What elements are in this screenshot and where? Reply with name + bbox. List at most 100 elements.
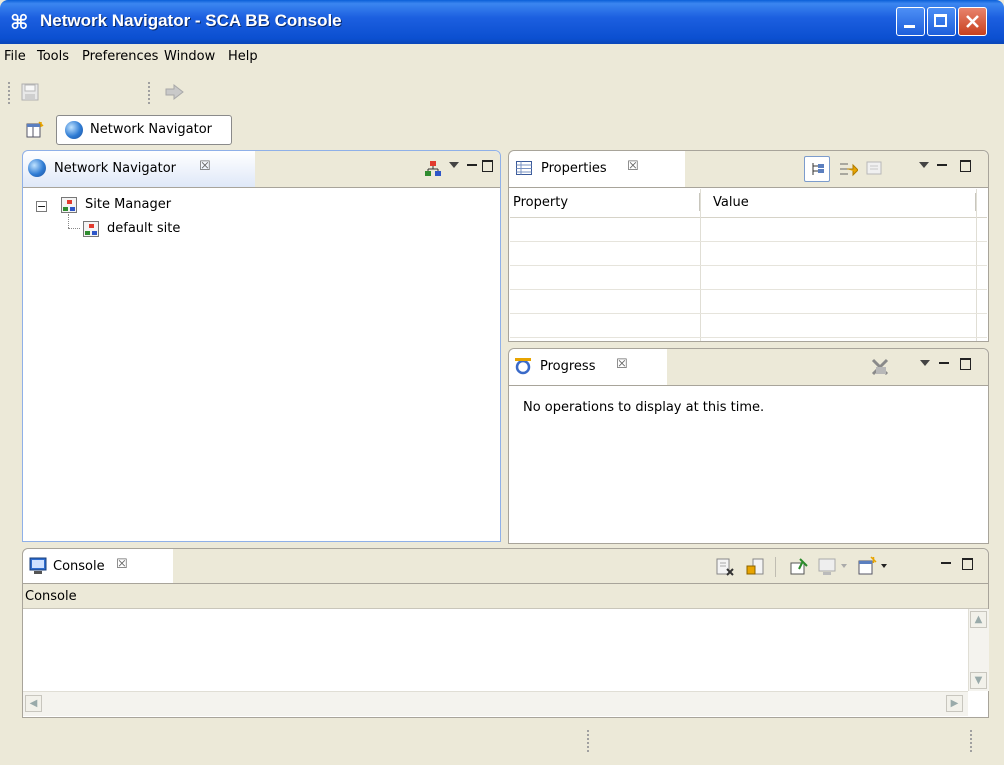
site-icon [83, 221, 99, 237]
show-advanced-icon[interactable] [838, 158, 858, 180]
menu-help[interactable]: Help [228, 49, 258, 64]
tree-connector [68, 214, 70, 228]
status-bar [0, 720, 1004, 765]
maximize-icon [934, 14, 947, 27]
filter-icon[interactable] [866, 160, 884, 178]
menu-file[interactable]: File [4, 49, 26, 64]
minimize-icon[interactable] [937, 164, 947, 166]
view-header: Console ☒ [23, 549, 988, 584]
console-title: Console [25, 589, 77, 604]
tree-connector [68, 228, 80, 230]
dropdown-arrow-icon[interactable] [841, 564, 847, 568]
menu-tools[interactable]: Tools [37, 49, 69, 64]
minimize-icon[interactable] [941, 562, 951, 564]
scroll-left-icon[interactable]: ◀ [25, 695, 42, 712]
title-bar[interactable]: ⌘ Network Navigator - SCA BB Console [0, 0, 1004, 44]
perspective-label: Network Navigator [90, 122, 213, 137]
maximize-window-button[interactable] [927, 7, 956, 36]
minimize-icon[interactable] [467, 164, 477, 166]
status-bar-grip[interactable] [970, 730, 972, 752]
app-icon: ⌘ [10, 10, 29, 34]
close-icon[interactable]: ☒ [616, 357, 628, 372]
console-output[interactable] [23, 609, 968, 691]
site-manager-icon [61, 197, 77, 213]
tree-item-site-manager[interactable]: Site Manager [85, 197, 171, 212]
progress-view: Progress ☒ No operations to display at t… [508, 348, 989, 544]
toolbar-grip[interactable] [148, 82, 150, 104]
view-menu-icon[interactable] [920, 360, 930, 366]
minimize-icon[interactable] [939, 362, 949, 364]
scroll-right-icon[interactable]: ▶ [946, 695, 963, 712]
save-icon[interactable] [20, 82, 40, 102]
view-header: Progress ☒ [509, 349, 988, 386]
horizontal-scrollbar[interactable]: ◀ ▶ [23, 691, 968, 716]
table-row[interactable] [510, 290, 987, 314]
categories-tree-icon [812, 163, 824, 175]
network-navigator-view: Network Navigator ☒ − Site Manager defau… [22, 150, 501, 542]
open-console-icon[interactable] [857, 556, 877, 576]
table-row[interactable] [510, 266, 987, 290]
properties-view: Properties ☒ Property Value [508, 150, 989, 342]
dropdown-arrow-icon[interactable] [881, 564, 887, 568]
table-row[interactable] [510, 218, 987, 242]
pin-console-icon[interactable] [789, 557, 809, 577]
view-header: Properties ☒ [509, 151, 988, 188]
tab-label: Console [53, 559, 105, 574]
maximize-icon[interactable] [962, 558, 973, 570]
close-icon[interactable]: ☒ [627, 159, 639, 174]
show-categories-button[interactable] [804, 156, 830, 182]
table-row[interactable] [510, 242, 987, 266]
scroll-lock-icon[interactable] [745, 557, 765, 577]
close-icon[interactable]: ☒ [199, 159, 211, 174]
console-monitor-icon [29, 557, 47, 574]
scroll-up-icon[interactable]: ▲ [970, 611, 987, 628]
menu-window[interactable]: Window [164, 49, 215, 64]
scroll-down-icon[interactable]: ▼ [970, 672, 987, 689]
minimize-icon [904, 25, 915, 28]
site-tree-icon[interactable] [425, 160, 441, 178]
properties-table-header: Property Value [510, 189, 987, 218]
maximize-icon[interactable] [482, 160, 493, 172]
tab-label: Progress [540, 359, 596, 374]
table-row[interactable] [510, 314, 987, 338]
vertical-scrollbar[interactable]: ▲ ▼ [968, 609, 989, 691]
tab-label: Properties [541, 161, 607, 176]
close-icon[interactable]: ☒ [116, 557, 128, 572]
column-header-property[interactable]: Property [513, 195, 568, 210]
tree-expander-icon[interactable]: − [36, 201, 47, 212]
view-menu-icon[interactable] [449, 162, 459, 168]
window-title: Network Navigator - SCA BB Console [40, 11, 342, 30]
column-header-value[interactable]: Value [713, 195, 749, 210]
open-perspective-icon[interactable] [26, 121, 44, 139]
console-view: Console ☒ Console ▲ ▼ ◀ ▶ [22, 548, 989, 718]
network-globe-icon [65, 121, 83, 139]
perspective-network-navigator[interactable]: Network Navigator [56, 115, 232, 145]
toolbar-grip[interactable] [8, 82, 10, 104]
remove-all-finished-icon[interactable] [870, 357, 890, 377]
display-console-icon[interactable] [818, 557, 838, 577]
main-toolbar [0, 73, 1004, 113]
maximize-icon[interactable] [960, 160, 971, 172]
forward-arrow-icon[interactable] [162, 82, 186, 102]
network-globe-icon [28, 159, 46, 177]
tree-item-default-site[interactable]: default site [107, 221, 180, 236]
tab-console[interactable]: Console ☒ [23, 549, 173, 583]
menu-preferences[interactable]: Preferences [82, 49, 158, 64]
view-menu-icon[interactable] [919, 162, 929, 168]
tab-label: Network Navigator [54, 161, 177, 176]
maximize-icon[interactable] [960, 358, 971, 370]
minimize-window-button[interactable] [896, 7, 925, 36]
progress-empty-message: No operations to display at this time. [523, 400, 765, 415]
properties-table-icon [516, 161, 532, 175]
close-icon [966, 15, 979, 28]
clear-console-icon[interactable] [715, 557, 735, 577]
progress-icon [515, 358, 531, 375]
close-window-button[interactable] [958, 7, 987, 36]
status-bar-grip[interactable] [587, 730, 589, 752]
toolbar-separator [775, 557, 776, 577]
console-header: Console [23, 584, 988, 609]
tab-properties[interactable]: Properties ☒ [509, 151, 685, 187]
tab-progress[interactable]: Progress ☒ [509, 349, 667, 385]
tab-network-navigator[interactable]: Network Navigator ☒ [23, 151, 255, 187]
view-header: Network Navigator ☒ [23, 151, 500, 188]
